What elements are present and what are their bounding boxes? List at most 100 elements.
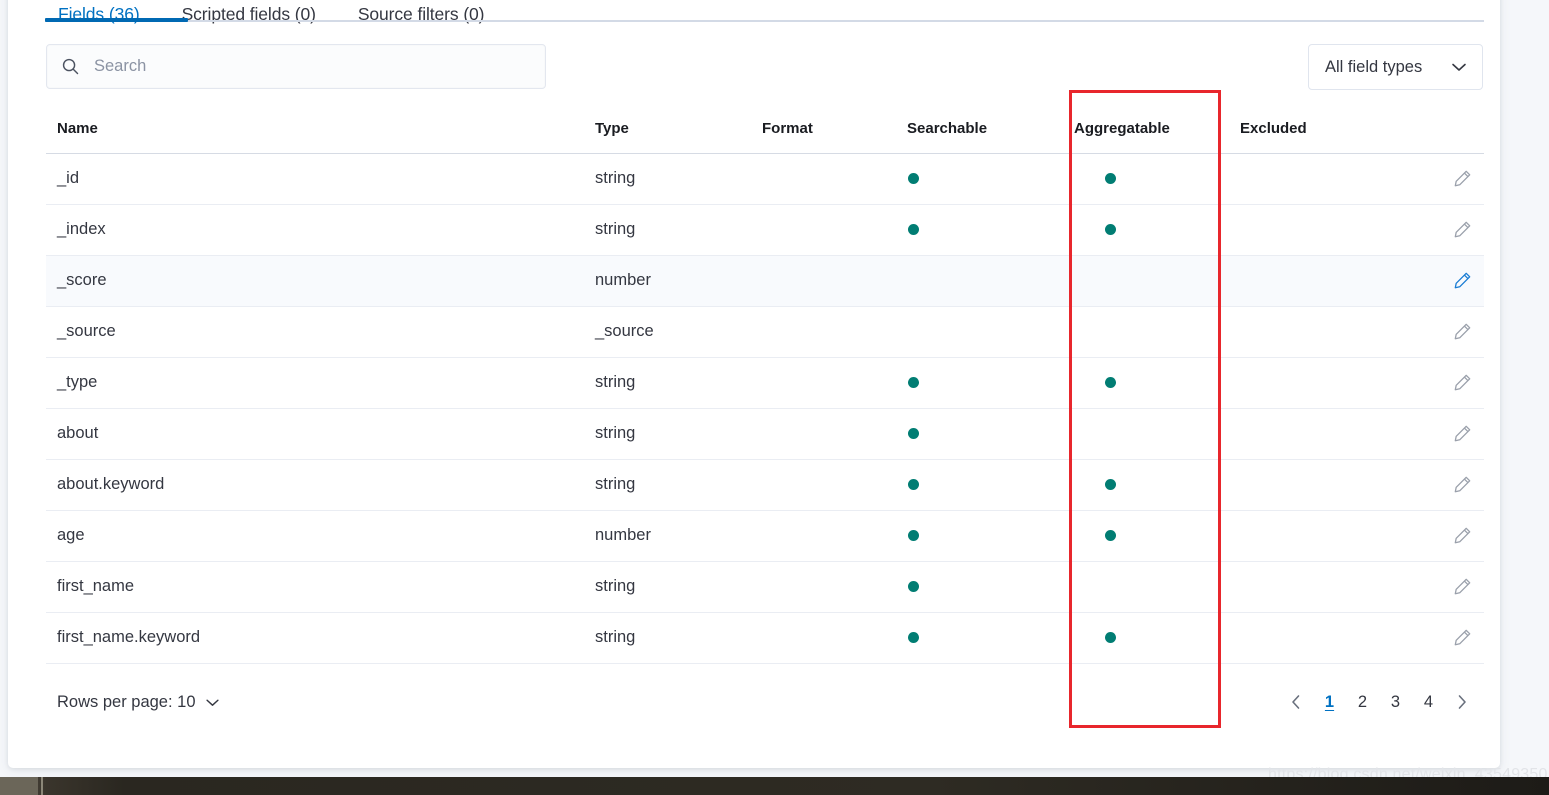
column-header-format[interactable]: Format [762,112,907,154]
searchable-dot-icon [908,581,919,592]
pencil-icon[interactable] [1451,270,1473,292]
search-icon [61,57,80,76]
table-row[interactable]: _type string [46,357,1484,409]
fields-table-body: _id string _index string _score number _source… [46,153,1484,664]
table-row[interactable]: _score number [46,255,1484,307]
pagination: 1 2 3 4 [1279,685,1484,719]
aggregatable-dot-icon [1105,173,1116,184]
table-row[interactable]: first_name.keyword string [46,612,1484,664]
searchable-dot-icon [908,224,919,235]
field-type-filter-button[interactable]: All field types [1308,44,1483,90]
chevron-down-icon [205,697,221,707]
cell-field-type: string [595,561,762,613]
cell-actions [1395,459,1484,511]
cell-aggregatable [1074,459,1240,511]
cell-aggregatable [1074,561,1240,613]
cell-excluded [1240,153,1395,205]
cell-searchable [907,306,1074,358]
pencil-icon[interactable] [1451,474,1473,496]
cell-field-format [762,255,907,307]
table-row[interactable]: about.keyword string [46,459,1484,511]
page-root: Fields (36) Scripted fields (0) Source f… [0,0,1549,795]
search-field[interactable] [46,44,546,89]
column-header-excluded[interactable]: Excluded [1240,112,1395,154]
cell-actions [1395,561,1484,613]
aggregatable-dot-icon [1105,530,1116,541]
pencil-icon[interactable] [1451,321,1473,343]
cell-field-format [762,561,907,613]
cell-searchable [907,408,1074,460]
cell-actions [1395,204,1484,256]
column-header-type[interactable]: Type [595,112,762,154]
cell-actions [1395,357,1484,409]
pencil-icon[interactable] [1451,219,1473,241]
cell-field-format [762,153,907,205]
aggregatable-dot-icon [1105,479,1116,490]
cell-excluded [1240,306,1395,358]
tab-fields[interactable]: Fields (36) [37,0,161,28]
rows-per-page-selector[interactable]: Rows per page: 10 [46,693,221,712]
table-row[interactable]: about string [46,408,1484,460]
cell-actions [1395,612,1484,664]
aggregatable-dot-icon [1105,224,1116,235]
pagination-page-1[interactable]: 1 [1313,685,1346,719]
column-header-name[interactable]: Name [46,112,595,154]
table-row[interactable]: first_name string [46,561,1484,613]
cell-aggregatable [1074,612,1240,664]
table-footer: Rows per page: 10 1 2 3 4 [46,680,1484,724]
cell-field-type: string [595,153,762,205]
cell-field-format [762,357,907,409]
cell-field-type: string [595,459,762,511]
searchable-dot-icon [908,632,919,643]
field-type-filter-label: All field types [1325,57,1423,76]
cell-field-format [762,612,907,664]
search-input[interactable] [94,57,524,76]
pencil-icon[interactable] [1451,525,1473,547]
pagination-page-2[interactable]: 2 [1346,685,1379,719]
cell-field-type: _source [595,306,762,358]
os-taskbar [0,777,1549,795]
pencil-icon[interactable] [1451,168,1473,190]
aggregatable-dot-icon [1105,377,1116,388]
cell-field-name: _type [46,357,595,409]
pencil-icon[interactable] [1451,372,1473,394]
pagination-prev-button[interactable] [1279,685,1313,719]
cell-excluded [1240,510,1395,562]
pencil-icon[interactable] [1451,627,1473,649]
table-row[interactable]: age number [46,510,1484,562]
pagination-page-3[interactable]: 3 [1379,685,1412,719]
table-row[interactable]: _index string [46,204,1484,256]
cell-field-format [762,306,907,358]
table-row[interactable]: _source _source [46,306,1484,358]
fields-table: Name Type Format Searchable Aggregatable… [46,112,1484,664]
cell-searchable [907,561,1074,613]
cell-field-name: first_name [46,561,595,613]
cell-excluded [1240,612,1395,664]
cell-field-name: about.keyword [46,459,595,511]
tab-scripted-fields[interactable]: Scripted fields (0) [161,0,337,28]
cell-searchable [907,510,1074,562]
cell-field-type: number [595,255,762,307]
cell-excluded [1240,204,1395,256]
chevron-down-icon [1451,62,1467,72]
table-row[interactable]: _id string [46,153,1484,205]
pagination-next-button[interactable] [1445,685,1479,719]
searchable-dot-icon [908,479,919,490]
cell-excluded [1240,357,1395,409]
column-header-aggregatable[interactable]: Aggregatable [1074,112,1240,154]
cell-field-format [762,204,907,256]
cell-field-format [762,408,907,460]
cell-searchable [907,357,1074,409]
searchable-dot-icon [908,173,919,184]
taskbar-left-segment [0,777,38,795]
tab-source-filters[interactable]: Source filters (0) [337,0,506,28]
pagination-page-4[interactable]: 4 [1412,685,1445,719]
column-header-searchable[interactable]: Searchable [907,112,1074,154]
cell-searchable [907,459,1074,511]
pencil-icon[interactable] [1451,423,1473,445]
cell-searchable [907,204,1074,256]
cell-actions [1395,408,1484,460]
pencil-icon[interactable] [1451,576,1473,598]
cell-excluded [1240,255,1395,307]
cell-aggregatable [1074,204,1240,256]
